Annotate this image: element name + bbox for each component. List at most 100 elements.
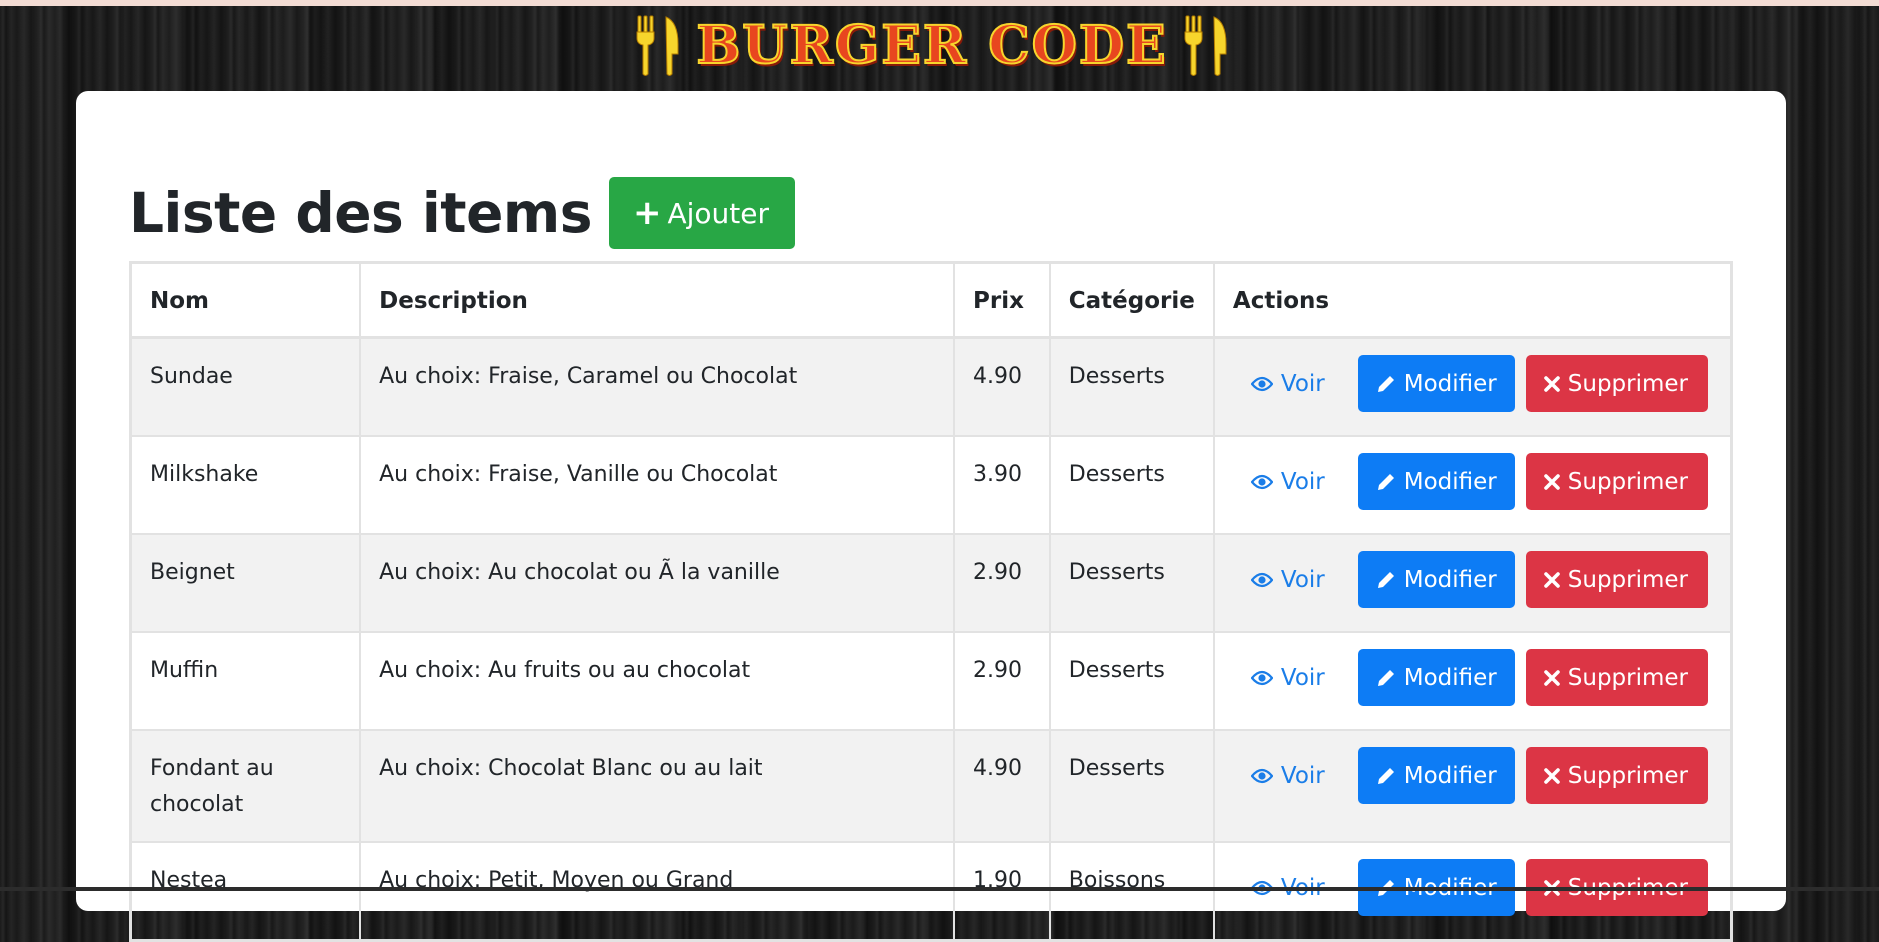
delete-button-label: Supprimer <box>1567 566 1688 593</box>
edit-button-label: Modifier <box>1403 468 1497 495</box>
edit-button-label: Modifier <box>1403 762 1497 789</box>
cell-description: Au choix: Au fruits ou au chocolat <box>359 631 956 731</box>
cell-categorie: Desserts <box>1048 729 1215 843</box>
logo-text: BURGER CODE <box>695 14 1168 77</box>
table-row: Beignet Au choix: Au chocolat ou Ã la va… <box>129 533 1733 633</box>
close-icon <box>1543 767 1560 784</box>
column-header-categorie: Catégorie <box>1048 261 1215 339</box>
cell-actions: Voir Modifier Supprimer <box>1212 533 1733 633</box>
view-button[interactable]: Voir <box>1233 551 1343 608</box>
cell-categorie: Desserts <box>1048 336 1215 437</box>
delete-button-label: Supprimer <box>1567 762 1688 789</box>
cell-prix: 2.90 <box>953 631 1051 731</box>
cell-prix: 4.90 <box>953 336 1051 437</box>
cell-categorie: Desserts <box>1048 533 1215 633</box>
view-button-label: Voir <box>1280 468 1325 495</box>
delete-button-label: Supprimer <box>1567 370 1688 397</box>
delete-button[interactable]: Supprimer <box>1525 355 1708 412</box>
column-header-actions: Actions <box>1212 261 1733 339</box>
close-icon <box>1543 473 1560 490</box>
cell-categorie: Desserts <box>1048 631 1215 731</box>
cell-actions: Voir Modifier Supprimer <box>1212 841 1733 942</box>
edit-button[interactable]: Modifier <box>1357 355 1515 412</box>
pencil-icon <box>1377 669 1394 686</box>
edit-button-label: Modifier <box>1403 566 1497 593</box>
cell-actions: Voir Modifier Supprimer <box>1212 631 1733 731</box>
cell-nom: Nestea <box>129 841 362 942</box>
cell-actions: Voir Modifier Supprimer <box>1212 435 1733 535</box>
cell-prix: 1.90 <box>953 841 1051 942</box>
delete-button[interactable]: Supprimer <box>1525 453 1708 510</box>
table-row: Sundae Au choix: Fraise, Caramel ou Choc… <box>129 336 1733 437</box>
close-icon <box>1543 669 1560 686</box>
plus-icon: + <box>632 193 662 233</box>
browser-top-strip <box>0 0 1879 6</box>
cell-categorie: Boissons <box>1048 841 1215 942</box>
page-title: Liste des items <box>129 181 592 245</box>
view-button[interactable]: Voir <box>1233 453 1343 510</box>
view-button-label: Voir <box>1280 664 1325 691</box>
view-button[interactable]: Voir <box>1233 355 1343 412</box>
edit-button[interactable]: Modifier <box>1357 747 1515 804</box>
eye-icon <box>1250 670 1273 685</box>
view-button-label: Voir <box>1280 762 1325 789</box>
column-header-nom: Nom <box>129 261 362 339</box>
cell-nom: Beignet <box>129 533 362 633</box>
content-card: Liste des items + Ajouter Nom Descriptio… <box>76 91 1786 942</box>
cell-nom: Milkshake <box>129 435 362 535</box>
cell-description: Au choix: Petit, Moyen ou Grand <box>359 841 956 942</box>
edit-button[interactable]: Modifier <box>1357 551 1515 608</box>
edit-button-label: Modifier <box>1403 664 1497 691</box>
close-icon <box>1543 375 1560 392</box>
cell-nom: Muffin <box>129 631 362 731</box>
pencil-icon <box>1377 571 1394 588</box>
items-table: Nom Description Prix Catégorie Actions S… <box>129 261 1733 942</box>
pencil-icon <box>1377 473 1394 490</box>
delete-button-label: Supprimer <box>1567 664 1688 691</box>
table-row: Milkshake Au choix: Fraise, Vanille ou C… <box>129 435 1733 535</box>
cell-actions: Voir Modifier Supprimer <box>1212 729 1733 843</box>
table-row: Muffin Au choix: Au fruits ou au chocola… <box>129 631 1733 731</box>
column-header-description: Description <box>359 261 956 339</box>
page-header: Liste des items + Ajouter <box>129 177 795 249</box>
view-button[interactable]: Voir <box>1233 649 1343 706</box>
eye-icon <box>1250 474 1273 489</box>
eye-icon <box>1250 768 1273 783</box>
cell-prix: 2.90 <box>953 533 1051 633</box>
delete-button-label: Supprimer <box>1567 468 1688 495</box>
table-row: Fondant au chocolat Au choix: Chocolat B… <box>129 729 1733 843</box>
cell-description: Au choix: Au chocolat ou Ã la vanille <box>359 533 956 633</box>
add-item-button[interactable]: + Ajouter <box>608 177 795 249</box>
fork-knife-icon <box>636 15 679 76</box>
eye-icon <box>1250 572 1273 587</box>
cell-prix: 3.90 <box>953 435 1051 535</box>
cell-nom: Fondant au chocolat <box>129 729 362 843</box>
delete-button[interactable]: Supprimer <box>1525 551 1708 608</box>
cell-description: Au choix: Chocolat Blanc ou au lait <box>359 729 956 843</box>
pencil-icon <box>1377 375 1394 392</box>
view-button-label: Voir <box>1280 370 1325 397</box>
cell-nom: Sundae <box>129 336 362 437</box>
eye-icon <box>1250 376 1273 391</box>
cell-categorie: Desserts <box>1048 435 1215 535</box>
table-row: Nestea Au choix: Petit, Moyen ou Grand 1… <box>129 841 1733 942</box>
cell-prix: 4.90 <box>953 729 1051 843</box>
cell-actions: Voir Modifier Supprimer <box>1212 336 1733 437</box>
add-button-label: Ajouter <box>667 196 769 230</box>
cell-description: Au choix: Fraise, Vanille ou Chocolat <box>359 435 956 535</box>
cell-description: Au choix: Fraise, Caramel ou Chocolat <box>359 336 956 437</box>
edit-button-label: Modifier <box>1403 370 1497 397</box>
bottom-strip <box>0 887 1879 891</box>
table-header-row: Nom Description Prix Catégorie Actions <box>129 261 1733 339</box>
delete-button[interactable]: Supprimer <box>1525 649 1708 706</box>
delete-button[interactable]: Supprimer <box>1525 747 1708 804</box>
site-logo[interactable]: BURGER CODE <box>610 12 1254 80</box>
view-button[interactable]: Voir <box>1233 747 1343 804</box>
edit-button[interactable]: Modifier <box>1357 649 1515 706</box>
pencil-icon <box>1377 767 1394 784</box>
view-button-label: Voir <box>1280 566 1325 593</box>
column-header-prix: Prix <box>953 261 1051 339</box>
fork-knife-icon <box>1184 15 1227 76</box>
close-icon <box>1543 571 1560 588</box>
edit-button[interactable]: Modifier <box>1357 453 1515 510</box>
